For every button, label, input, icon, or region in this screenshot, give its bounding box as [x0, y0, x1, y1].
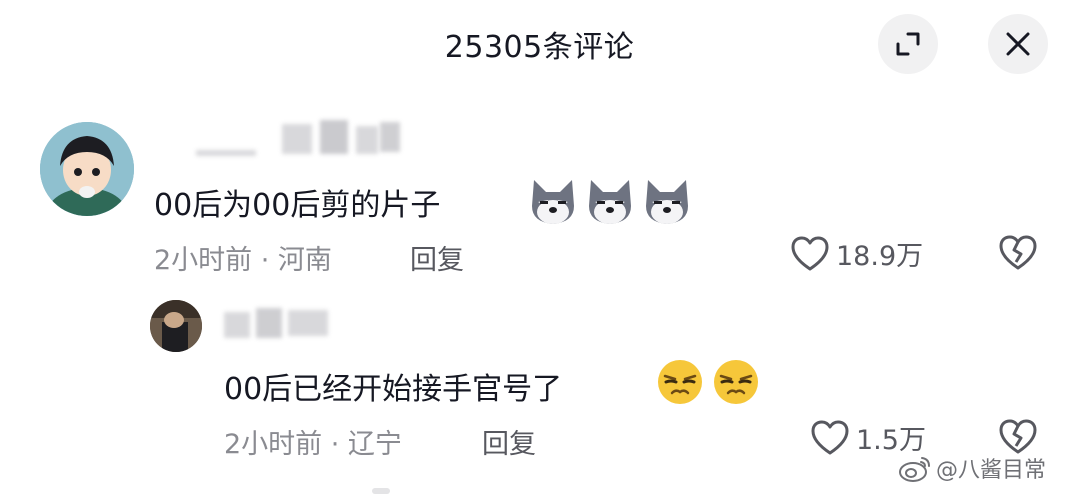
username-blurred — [196, 150, 256, 156]
comment-meta: 2小时前 · 河南 — [154, 245, 332, 276]
username-blurred — [224, 312, 250, 338]
dislike-button[interactable] — [998, 418, 1038, 456]
broken-heart-icon — [998, 234, 1038, 272]
reply-button[interactable]: 回复 — [410, 238, 464, 277]
like-button[interactable]: 18.9万 — [790, 234, 923, 273]
comment-text: 00后为00后剪的片子 — [154, 188, 441, 223]
smirk-emoji — [712, 358, 760, 410]
smirk-emoji — [656, 358, 704, 410]
username-blurred — [320, 120, 348, 154]
close-button[interactable] — [988, 14, 1048, 74]
dislike-button[interactable] — [998, 234, 1038, 272]
emoji-group — [528, 176, 692, 230]
username-blurred — [288, 310, 328, 336]
comment-meta: 2小时前 · 辽宁 — [224, 429, 402, 460]
like-count: 18.9万 — [836, 241, 924, 272]
username-blurred — [256, 308, 282, 338]
weibo-icon — [898, 454, 932, 482]
comment-text: 00后已经开始接手官号了 — [224, 372, 563, 407]
minimize-icon — [894, 30, 922, 58]
dog-emoji — [642, 176, 692, 230]
avatar[interactable] — [150, 300, 202, 352]
minimize-button[interactable] — [878, 14, 938, 74]
username-blurred — [356, 126, 378, 154]
avatar[interactable] — [40, 122, 134, 216]
emoji-group — [656, 358, 760, 410]
watermark: @八酱目常 — [898, 452, 1046, 484]
comment-item: 00后为00后剪的片子 2小时前 · 河南 回复 18.9万 — [0, 110, 1079, 290]
heart-icon — [810, 419, 850, 457]
reply-button[interactable]: 回复 — [482, 422, 536, 461]
heart-icon — [790, 235, 830, 273]
username-blurred — [282, 124, 312, 154]
scroll-indicator — [372, 488, 390, 494]
dog-emoji — [585, 176, 635, 230]
watermark-text: @八酱目常 — [936, 458, 1047, 483]
broken-heart-icon — [998, 418, 1038, 456]
username-blurred — [380, 122, 400, 152]
close-icon — [1005, 31, 1031, 57]
dog-emoji — [528, 176, 578, 230]
